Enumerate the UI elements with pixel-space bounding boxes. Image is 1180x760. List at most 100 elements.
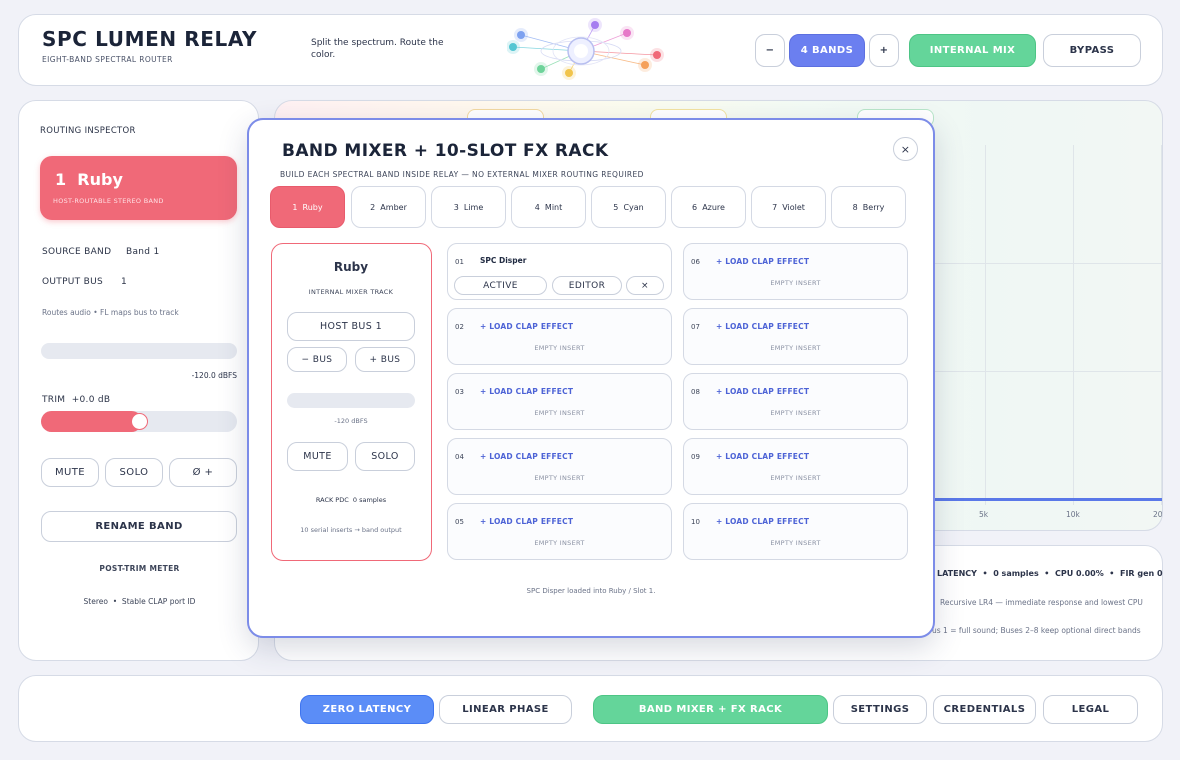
load-clap-effect-link[interactable]: + LOAD CLAP EFFECT [716,517,809,526]
rack-pdc-readout: RACK PDC 0 samples [315,496,387,504]
bypass-button[interactable]: BYPASS [1043,34,1141,67]
slot-number: 02 [455,323,464,331]
slot-plugin-name: SPC Disper [480,256,527,265]
load-clap-effect-link[interactable]: + LOAD CLAP EFFECT [716,452,809,461]
slot-number: 08 [691,388,700,396]
band-count-button[interactable]: 4 BANDS [789,34,865,67]
fx-slot-empty[interactable]: 07 + LOAD CLAP EFFECT EMPTY INSERT [683,308,908,365]
grid-line [1161,145,1162,505]
footer-bar: ZERO LATENCY LINEAR PHASE BAND MIXER + F… [18,675,1163,742]
legal-button[interactable]: LEGAL [1043,695,1138,724]
inspector-heading: ROUTING INSPECTOR [40,126,136,136]
fx-slot-empty[interactable]: 03 + LOAD CLAP EFFECT EMPTY INSERT [447,373,672,430]
tab-band-2[interactable]: 2 Amber [351,186,426,228]
tab-band-6[interactable]: 6 Azure [671,186,746,228]
credentials-button[interactable]: CREDENTIALS [933,695,1036,724]
routing-inspector-panel: ROUTING INSPECTOR 1 Ruby HOST-ROUTABLE S… [18,100,259,661]
slot-number: 09 [691,453,700,461]
bus-decrease-button[interactable]: − BUS [287,347,347,372]
load-clap-effect-link[interactable]: + LOAD CLAP EFFECT [480,517,573,526]
load-clap-effect-link[interactable]: + LOAD CLAP EFFECT [716,387,809,396]
settings-button[interactable]: SETTINGS [833,695,927,724]
selected-band-card[interactable]: 1 Ruby HOST-ROUTABLE STEREO BAND [40,156,237,220]
trim-slider[interactable] [41,411,237,432]
inspector-mute-button[interactable]: MUTE [41,458,99,487]
tab-band-5[interactable]: 5 Cyan [591,186,666,228]
grid-line [935,263,1162,264]
post-trim-meter-label: POST-TRIM METER [99,564,180,573]
bands-increase-button[interactable]: + [869,34,899,67]
load-clap-effect-link[interactable]: + LOAD CLAP EFFECT [480,322,573,331]
app-tagline: Split the spectrum. Route the color. [311,38,444,60]
slot-remove-button[interactable]: × [626,276,664,295]
route-note: Routes audio • FL maps bus to track [42,308,179,317]
track-caption: INTERNAL MIXER TRACK [308,288,394,296]
slot-number: 07 [691,323,700,331]
output-bus-label: OUTPUT BUS [42,277,104,287]
fx-slot-empty[interactable]: 06 + LOAD CLAP EFFECT EMPTY INSERT [683,243,908,300]
rename-band-button[interactable]: RENAME BAND [41,511,237,542]
tab-band-8[interactable]: 8 Berry [831,186,906,228]
empty-insert-label: EMPTY INSERT [534,344,585,352]
trim-slider-handle[interactable] [131,413,148,430]
empty-insert-label: EMPTY INSERT [534,474,585,482]
output-bus-value: 1 [121,277,128,287]
internal-mix-button[interactable]: INTERNAL MIX [909,34,1036,67]
fx-slot-empty[interactable]: 10 + LOAD CLAP EFFECT EMPTY INSERT [683,503,908,560]
empty-insert-label: EMPTY INSERT [770,344,821,352]
track-mute-button[interactable]: MUTE [287,442,348,471]
filter-mode-line: Recursive LR4 — immediate response and l… [940,598,1143,607]
trim-label: TRIM +0.0 dB [42,395,111,405]
load-clap-effect-link[interactable]: + LOAD CLAP EFFECT [480,452,573,461]
slot-number: 06 [691,258,700,266]
dialog-close-button[interactable]: × [893,137,918,161]
tab-band-7[interactable]: 7 Violet [751,186,826,228]
output-meter-readout: -120.0 dBFS [191,371,237,380]
track-meter-readout: -120 dBFS [334,417,368,425]
fx-slot-empty[interactable]: 04 + LOAD CLAP EFFECT EMPTY INSERT [447,438,672,495]
linear-phase-button[interactable]: LINEAR PHASE [439,695,572,724]
track-solo-button[interactable]: SOLO [355,442,415,471]
empty-insert-label: EMPTY INSERT [770,539,821,547]
dialog-status-message: SPC Disper loaded into Ruby / Slot 1. [526,587,656,595]
load-clap-effect-link[interactable]: + LOAD CLAP EFFECT [480,387,573,396]
app-title: SPC LUMEN RELAY [42,27,258,51]
bands-decrease-button[interactable]: − [755,34,785,67]
output-meter [41,343,237,359]
fx-slot-empty[interactable]: 09 + LOAD CLAP EFFECT EMPTY INSERT [683,438,908,495]
slot-number: 10 [691,518,700,526]
zero-latency-button[interactable]: ZERO LATENCY [300,695,434,724]
inspector-solo-button[interactable]: SOLO [105,458,163,487]
grid-line [1073,145,1074,505]
selected-band-title: 1 Ruby [55,170,123,189]
empty-insert-label: EMPTY INSERT [770,474,821,482]
track-name: Ruby [333,260,369,274]
load-clap-effect-link[interactable]: + LOAD CLAP EFFECT [716,257,809,266]
slot-number: 05 [455,518,464,526]
fx-slot-empty[interactable]: 08 + LOAD CLAP EFFECT EMPTY INSERT [683,373,908,430]
tab-band-3[interactable]: 3 Lime [431,186,506,228]
band-mixer-dialog: BAND MIXER + 10-SLOT FX RACK BUILD EACH … [247,118,935,638]
empty-insert-label: EMPTY INSERT [534,409,585,417]
load-clap-effect-link[interactable]: + LOAD CLAP EFFECT [716,322,809,331]
fx-slot-empty[interactable]: 02 + LOAD CLAP EFFECT EMPTY INSERT [447,308,672,365]
band-mixer-fx-rack-button[interactable]: BAND MIXER + FX RACK [593,695,828,724]
slot-editor-button[interactable]: EDITOR [552,276,622,295]
slot-number: 01 [455,258,464,266]
tab-band-1[interactable]: 1 Ruby [270,186,345,228]
empty-insert-label: EMPTY INSERT [770,279,821,287]
grid-line [935,371,1162,372]
slot-active-toggle[interactable]: ACTIVE [454,276,547,295]
host-bus-button[interactable]: HOST BUS 1 [287,312,415,341]
grid-line [985,145,986,505]
slot-number: 04 [455,453,464,461]
trim-slider-fill [41,411,142,432]
empty-insert-label: EMPTY INSERT [770,409,821,417]
tab-band-4[interactable]: 4 Mint [511,186,586,228]
phase-invert-button[interactable]: Ø + [169,458,237,487]
fx-slot-empty[interactable]: 05 + LOAD CLAP EFFECT EMPTY INSERT [447,503,672,560]
header-bar: SPC LUMEN RELAY EIGHT-BAND SPECTRAL ROUT… [18,14,1163,86]
mixer-track-strip: Ruby INTERNAL MIXER TRACK HOST BUS 1 − B… [271,243,432,561]
bus-increase-button[interactable]: + BUS [355,347,415,372]
selected-band-caption: HOST-ROUTABLE STEREO BAND [53,197,164,205]
